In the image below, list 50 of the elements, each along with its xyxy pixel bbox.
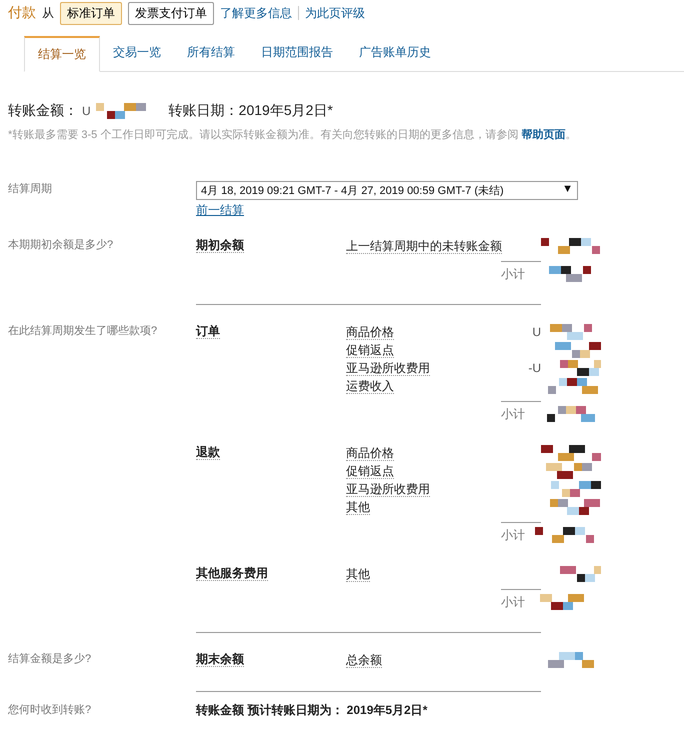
amount-prefix: -U bbox=[528, 361, 541, 375]
question-label: 本期期初余额是多少? bbox=[8, 238, 114, 253]
period-dropdown[interactable]: 4月 18, 2019 09:21 GMT-7 - 4月 27, 2019 00:59 GMT-7 (未结) ▼ bbox=[196, 181, 578, 200]
redacted-amount-drawing bbox=[535, 527, 595, 543]
from-label: 从 bbox=[42, 4, 54, 22]
transfer-amount-label: 转账金额： bbox=[8, 102, 78, 120]
line-item-label: 商品价格 bbox=[346, 446, 394, 460]
tab[interactable]: 广告账单历史 bbox=[346, 36, 444, 71]
tab[interactable]: 交易一览 bbox=[100, 36, 174, 71]
line-item-label: 上一结算周期中的未转账金额 bbox=[346, 238, 502, 254]
period-label: 结算周期 bbox=[8, 182, 53, 197]
line-item-label: 商品价格 bbox=[346, 324, 394, 340]
line-item-label: 促销返点 bbox=[346, 464, 394, 478]
line-item-label: 其他 bbox=[346, 566, 370, 582]
transfer-note: *转账最多需要 3-5 个工作日即可完成。请以实际转账金额为准。有关向您转账的日期的更多信息，请参阅 帮助页面。 bbox=[8, 128, 578, 143]
line-item-label: 运费收入 bbox=[346, 378, 394, 394]
question-label: 您何时收到转账? bbox=[8, 703, 92, 718]
group-title: 期末余额 bbox=[196, 652, 244, 667]
tab[interactable]: 结算一览 bbox=[24, 36, 100, 72]
group-title: 订单 bbox=[196, 324, 220, 339]
line-item-label: 亚马逊所收费用 bbox=[346, 482, 430, 496]
order-type-button[interactable]: 标准订单 bbox=[60, 2, 122, 24]
group-title: 其他服务费用 bbox=[196, 566, 268, 581]
question-label: 结算金额是多少? bbox=[8, 652, 92, 667]
tab[interactable]: 所有结算 bbox=[174, 36, 248, 71]
order-type-button[interactable]: 发票支付订单 bbox=[128, 2, 214, 24]
line-item-label: 促销返点 bbox=[346, 342, 394, 358]
expected-transfer-date: 转账金额 预计转账日期为： 2019年5月2日* bbox=[196, 702, 428, 719]
question-label: 在此结算周期发生了哪些款项? bbox=[8, 324, 158, 339]
header-link[interactable]: 为此页评级 bbox=[305, 4, 365, 22]
subtotal-label: 小计 bbox=[501, 526, 525, 544]
group-title: 退款 bbox=[196, 445, 220, 460]
tab[interactable]: 日期范围报告 bbox=[248, 36, 346, 71]
amount-prefix: U bbox=[532, 325, 541, 339]
transfer-date: 2019年5月2日* bbox=[238, 102, 333, 120]
amount-prefix: U bbox=[82, 104, 91, 118]
header-link[interactable]: 了解更多信息 bbox=[220, 4, 292, 22]
transfer-date-label: 转账日期： bbox=[168, 102, 239, 120]
line-item-label: 总余额 bbox=[346, 652, 382, 668]
line-item-label: 其他 bbox=[346, 500, 370, 514]
redacted-amount-drawing bbox=[541, 445, 601, 461]
subtotal-label: 小计 bbox=[501, 266, 525, 282]
redacted-amount-drawing bbox=[541, 238, 601, 254]
help-page-link[interactable]: 帮助页面 bbox=[521, 129, 566, 141]
page-title: 付款 bbox=[8, 4, 36, 22]
previous-settlement-link[interactable]: 前一结算 bbox=[196, 202, 244, 219]
subtotal-label: 小计 bbox=[501, 594, 525, 610]
group-title: 期初余额 bbox=[196, 238, 244, 253]
line-item-label: 亚马逊所收费用 bbox=[346, 360, 430, 376]
subtotal-label: 小计 bbox=[501, 406, 525, 422]
